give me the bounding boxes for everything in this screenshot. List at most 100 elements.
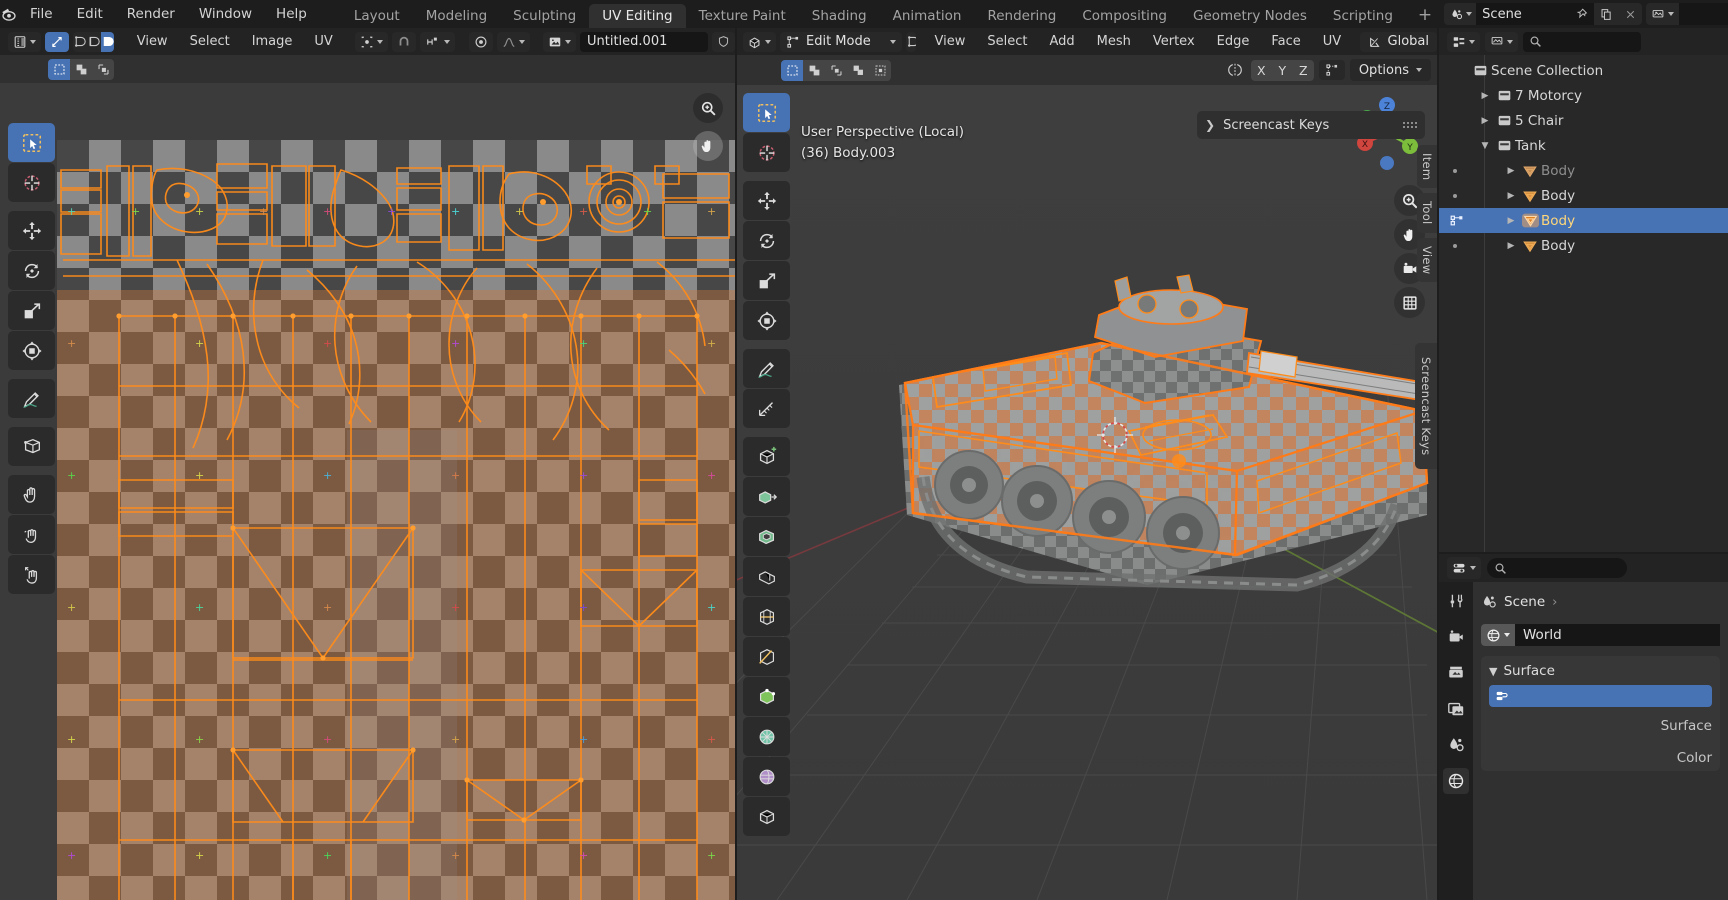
image-name-field[interactable]: Untitled.001 (580, 31, 708, 52)
vp-tool-smooth-button[interactable] (743, 757, 790, 796)
tab-animation[interactable]: Animation (880, 4, 975, 28)
uv-tool-tweak-button[interactable] (8, 123, 55, 162)
view-layer-selector[interactable] (1646, 3, 1728, 25)
table-row[interactable]: ▶ Body (1439, 158, 1728, 183)
object-visibility-dot[interactable] (1453, 168, 1457, 173)
uv-tool-subtract[interactable] (92, 58, 114, 80)
chevron-right-icon[interactable]: ❯ (1205, 118, 1215, 132)
mirror-axis-x[interactable]: X (1250, 59, 1272, 81)
tab-compositing[interactable]: Compositing (1069, 4, 1180, 28)
uv-menu-view[interactable]: View (128, 28, 177, 55)
vp-tool-subtract[interactable] (825, 59, 847, 81)
outliner-row-chair-collection[interactable]: ▶ 5 Chair (1439, 108, 1728, 133)
properties-tab-world[interactable] (1443, 768, 1469, 794)
uv-editor-type-icon[interactable] (8, 31, 41, 52)
vp-tool-rotate-button[interactable] (743, 221, 790, 260)
snap-magnet-icon[interactable] (392, 31, 417, 52)
properties-tab-render[interactable] (1443, 624, 1469, 650)
uv-tool-move-button[interactable] (8, 211, 55, 250)
vp-tool-scale-button[interactable] (743, 261, 790, 300)
uv-zoom-in-icon[interactable] (693, 93, 723, 123)
disclosure-triangle-icon[interactable]: ▶ (1503, 241, 1519, 251)
vp-tool-transform-button[interactable] (743, 301, 790, 340)
table-row[interactable]: ▶ Body (1439, 208, 1728, 233)
world-globe-icon[interactable] (1481, 624, 1515, 646)
vp-tool-loop-cut-button[interactable] (743, 597, 790, 636)
shield-icon[interactable] (712, 31, 735, 52)
scene-name-field[interactable]: Scene (1476, 3, 1595, 25)
outliner-display-mode-icon[interactable] (1485, 31, 1518, 52)
uv-image-checker[interactable]: + + + + + + + + + + + + + + + + + + + + … (57, 140, 735, 900)
uv-vertex-select-icon[interactable] (73, 31, 87, 52)
drag-grip-icon[interactable] (1403, 122, 1417, 128)
tab-scripting[interactable]: Scripting (1320, 4, 1406, 28)
outliner-row-motorcycle-collection[interactable]: ▶ 7 Motorcy (1439, 83, 1728, 108)
uv-pan-hand-icon[interactable] (693, 131, 723, 161)
vp-menu-mesh[interactable]: Mesh (1088, 28, 1140, 55)
vp-tool-poly-build-button[interactable] (743, 677, 790, 716)
mirror-axis-z[interactable]: Z (1292, 59, 1314, 81)
tab-uv-editing[interactable]: UV Editing (589, 4, 686, 28)
uv-tool-cursor-button[interactable] (8, 163, 55, 202)
add-workspace-button[interactable]: + (1406, 2, 1444, 28)
uv-edge-select-icon[interactable] (86, 31, 101, 52)
vp-menu-select[interactable]: Select (978, 28, 1036, 55)
vp-tool-move-button[interactable] (743, 181, 790, 220)
table-row[interactable]: ▶ Body (1439, 183, 1728, 208)
properties-tab-output[interactable] (1443, 660, 1469, 686)
disclosure-triangle-icon[interactable]: ▶ (1503, 216, 1519, 226)
options-button[interactable]: Options (1349, 59, 1431, 81)
tab-shading[interactable]: Shading (799, 4, 880, 28)
vp-menu-edge[interactable]: Edge (1208, 28, 1259, 55)
uv-tool-annotate-button[interactable] (8, 379, 55, 418)
properties-tab-tool[interactable] (1443, 588, 1469, 614)
viewport-ortho-persp-icon[interactable] (1394, 287, 1425, 318)
viewport-3d-canvas[interactable]: User Perspective (Local) (36) Body.003 Z… (737, 85, 1437, 900)
transform-orientation-selector[interactable]: Global (1359, 31, 1438, 52)
mirror-icon[interactable] (1224, 62, 1246, 78)
menu-help[interactable]: Help (264, 0, 319, 28)
world-name[interactable]: World (1515, 624, 1720, 646)
disclosure-triangle-icon[interactable]: ▶ (1477, 116, 1493, 126)
screencast-keys-panel[interactable]: ❯ Screencast Keys (1197, 111, 1425, 139)
image-browse-icon[interactable] (543, 31, 576, 52)
properties-tab-view-layer[interactable] (1443, 696, 1469, 722)
vp-tool-spin-button[interactable] (743, 717, 790, 756)
world-datablock-field[interactable]: World (1481, 624, 1720, 646)
properties-tab-scene[interactable] (1443, 732, 1469, 758)
vp-tool-bevel-button[interactable] (743, 557, 790, 596)
interaction-mode-selector[interactable]: Edit Mode (780, 31, 902, 52)
uv-tool-extend[interactable] (70, 58, 92, 80)
uv-tool-relax-button[interactable] (8, 515, 55, 554)
new-scene-button[interactable] (1594, 3, 1619, 25)
tab-modeling[interactable]: Modeling (413, 4, 500, 28)
vp-tool-difference[interactable] (847, 59, 869, 81)
vp-tool-tweak-button[interactable] (743, 93, 790, 132)
disclosure-triangle-icon[interactable]: ▶ (1503, 166, 1519, 176)
vp-tool-tweak[interactable] (781, 59, 803, 81)
properties-editor-type-icon[interactable] (1447, 557, 1481, 579)
surface-shader-row[interactable] (1489, 685, 1712, 707)
vertex-select-icon[interactable] (906, 31, 917, 52)
vp-tool-intersect[interactable] (869, 59, 891, 81)
surface-panel-header[interactable]: ▼ Surface (1481, 661, 1720, 685)
scene-selector[interactable]: Scene (1444, 3, 1643, 25)
object-visibility-dot[interactable] (1453, 193, 1457, 198)
disclosure-triangle-icon[interactable]: ▼ (1477, 141, 1493, 151)
tab-texture-paint[interactable]: Texture Paint (686, 4, 799, 28)
uv-sync-selection-button[interactable] (45, 31, 69, 52)
uv-face-select-icon[interactable] (100, 31, 115, 52)
properties-search-input[interactable] (1487, 558, 1627, 578)
disclosure-triangle-icon[interactable]: ▶ (1477, 91, 1493, 101)
tab-layout[interactable]: Layout (341, 4, 413, 28)
falloff-smooth-icon[interactable] (496, 31, 530, 52)
object-visibility-dot[interactable] (1453, 243, 1457, 248)
tab-sculpting[interactable]: Sculpting (500, 4, 589, 28)
outliner-tree[interactable]: Scene Collection ▶ 7 Motorcy ▶ 5 Chair ▼ (1439, 55, 1728, 552)
vp-tool-measure-button[interactable] (743, 389, 790, 428)
menu-file[interactable]: File (18, 0, 65, 28)
sidebar-tab-item[interactable]: Item (1417, 145, 1437, 189)
vp-tool-cursor-button[interactable] (743, 133, 790, 172)
outliner-search-input[interactable] (1523, 31, 1641, 52)
uv-tool-tweak[interactable] (48, 58, 70, 80)
